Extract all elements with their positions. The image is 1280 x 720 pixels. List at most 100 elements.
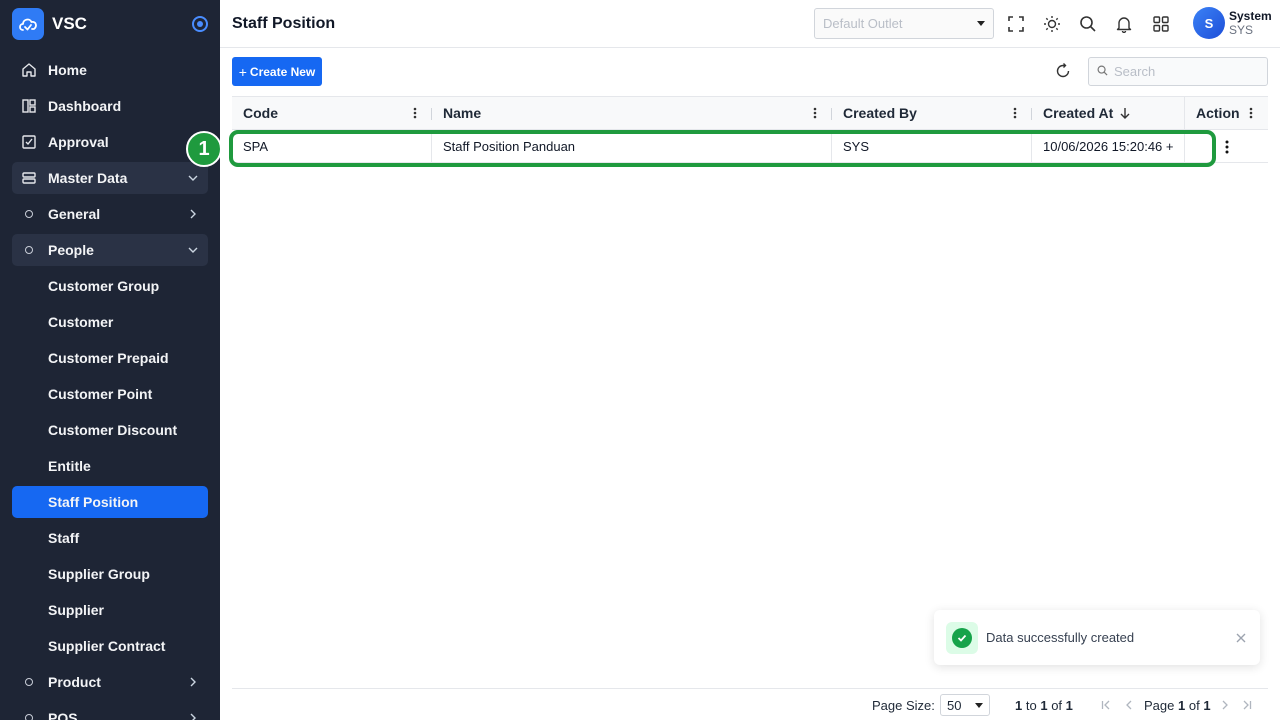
sidebar-item-label: Supplier Group bbox=[48, 566, 150, 582]
sidebar-item-customer-discount[interactable]: Customer Discount bbox=[12, 414, 208, 446]
success-check-icon bbox=[946, 621, 978, 654]
range-from: 1 bbox=[1015, 698, 1023, 713]
sidebar-item-customer[interactable]: Customer bbox=[12, 306, 208, 338]
column-header-label: Name bbox=[443, 105, 482, 121]
search-input[interactable] bbox=[1114, 64, 1254, 79]
sidebar-item-label: Customer bbox=[48, 314, 114, 330]
sidebar-item-dashboard[interactable]: Dashboard bbox=[12, 90, 208, 122]
page-size-select[interactable]: 50 bbox=[940, 694, 990, 716]
sidebar-item-general[interactable]: General bbox=[12, 198, 208, 230]
column-menu-icon[interactable] bbox=[1245, 107, 1257, 119]
page-current: 1 bbox=[1178, 698, 1186, 713]
sidebar-item-label: Product bbox=[48, 674, 101, 690]
page-info: Page 1 of 1 bbox=[1144, 698, 1211, 713]
cell-name: Staff Position Panduan bbox=[432, 130, 832, 162]
cell-created-by: SYS bbox=[832, 130, 1032, 162]
sidebar-item-label: Customer Group bbox=[48, 278, 160, 294]
page-title: Staff Position bbox=[232, 14, 336, 32]
sidebar-item-label: General bbox=[48, 206, 101, 222]
avatar: S bbox=[1193, 7, 1225, 39]
column-header-label: Code bbox=[243, 105, 278, 121]
previous-page-icon[interactable] bbox=[1122, 698, 1136, 712]
column-header-code[interactable]: Code bbox=[232, 97, 432, 129]
cloud-logo-icon bbox=[12, 8, 44, 40]
range-to: 1 bbox=[1040, 698, 1048, 713]
sidebar-item-supplier-group[interactable]: Supplier Group bbox=[12, 558, 208, 590]
plus-icon: + bbox=[238, 63, 247, 80]
data-grid: Code Name Created By Created At Action S… bbox=[232, 96, 1268, 163]
user-code: SYS bbox=[1229, 23, 1254, 37]
page-of-word: of bbox=[1188, 698, 1200, 713]
sidebar-item-staff-position[interactable]: Staff Position bbox=[12, 486, 208, 518]
success-toast: Data successfully created bbox=[934, 610, 1260, 665]
sidebar-item-approval[interactable]: Approval bbox=[12, 126, 208, 158]
refresh-icon[interactable] bbox=[1052, 60, 1074, 82]
fullscreen-icon[interactable] bbox=[1005, 13, 1027, 35]
annotation-badge: 1 bbox=[186, 131, 222, 167]
outlet-select[interactable]: Default Outlet bbox=[814, 8, 994, 39]
sort-descending-icon[interactable] bbox=[1119, 107, 1131, 119]
sidebar-item-customer-group[interactable]: Customer Group bbox=[12, 270, 208, 302]
sidebar-item-customer-prepaid[interactable]: Customer Prepaid bbox=[12, 342, 208, 374]
range-total: 1 bbox=[1065, 698, 1073, 713]
page-total: 1 bbox=[1203, 698, 1211, 713]
sidebar-item-label: Home bbox=[48, 62, 87, 78]
column-header-created-at[interactable]: Created At bbox=[1032, 97, 1184, 129]
create-new-button[interactable]: + Create New bbox=[232, 57, 322, 86]
pagination-bar: Page Size: 50 1 to 1 of 1 Page 1 of 1 bbox=[232, 688, 1268, 720]
close-icon[interactable] bbox=[1234, 631, 1248, 645]
column-menu-icon[interactable] bbox=[809, 107, 821, 119]
cell-action bbox=[1184, 130, 1268, 162]
range-to-word: to bbox=[1025, 698, 1037, 713]
sidebar-item-label: Entitle bbox=[48, 458, 91, 474]
sidebar-item-customer-point[interactable]: Customer Point bbox=[12, 378, 208, 410]
first-page-icon[interactable] bbox=[1099, 698, 1113, 712]
circle-icon bbox=[20, 673, 38, 691]
caret-down-icon bbox=[975, 702, 983, 708]
next-page-icon[interactable] bbox=[1218, 698, 1232, 712]
cell-code: SPA bbox=[232, 130, 432, 162]
column-header-name[interactable]: Name bbox=[432, 97, 832, 129]
range-of-word: of bbox=[1051, 698, 1063, 713]
column-header-label: Created At bbox=[1043, 105, 1114, 121]
theme-sun-icon[interactable] bbox=[1041, 13, 1063, 35]
sidebar-item-label: Supplier Contract bbox=[48, 638, 166, 654]
sidebar-item-people[interactable]: People bbox=[12, 234, 208, 266]
sidebar-item-supplier[interactable]: Supplier bbox=[12, 594, 208, 626]
chevron-down-icon bbox=[186, 171, 200, 185]
search-icon bbox=[1097, 63, 1108, 81]
create-new-label: Create New bbox=[249, 64, 316, 79]
sidebar-item-label: Staff Position bbox=[48, 494, 139, 510]
sidebar-item-label: Customer Point bbox=[48, 386, 153, 402]
user-menu[interactable]: S System SYS bbox=[1193, 7, 1272, 39]
sidebar-collapse-toggle-icon[interactable] bbox=[192, 16, 208, 32]
chevron-down-icon bbox=[186, 243, 200, 257]
apps-grid-icon[interactable] bbox=[1150, 13, 1172, 35]
circle-icon bbox=[20, 205, 38, 223]
sidebar-item-home[interactable]: Home bbox=[12, 54, 208, 86]
sidebar-item-pos[interactable]: POS bbox=[12, 702, 208, 720]
server-icon bbox=[20, 169, 38, 187]
toast-message: Data successfully created bbox=[986, 630, 1135, 645]
chevron-right-icon bbox=[186, 675, 200, 689]
column-header-created-by[interactable]: Created By bbox=[832, 97, 1032, 129]
chevron-right-icon bbox=[186, 711, 200, 720]
column-menu-icon[interactable] bbox=[1009, 107, 1021, 119]
sidebar-item-label: Master Data bbox=[48, 170, 128, 186]
outlet-select-placeholder: Default Outlet bbox=[823, 16, 903, 31]
brand: VSC bbox=[0, 0, 220, 48]
sidebar-item-staff[interactable]: Staff bbox=[12, 522, 208, 554]
table-row[interactable]: SPA Staff Position Panduan SYS 10/06/202… bbox=[232, 130, 1268, 163]
column-menu-icon[interactable] bbox=[409, 107, 421, 119]
last-page-icon[interactable] bbox=[1240, 698, 1254, 712]
search-icon[interactable] bbox=[1077, 13, 1099, 35]
row-action-menu-icon[interactable] bbox=[1225, 140, 1229, 154]
sidebar-item-supplier-contract[interactable]: Supplier Contract bbox=[12, 630, 208, 662]
bell-icon[interactable] bbox=[1113, 13, 1135, 35]
user-name: System bbox=[1229, 9, 1272, 23]
approval-icon bbox=[20, 133, 38, 151]
sidebar-item-master-data[interactable]: Master Data bbox=[12, 162, 208, 194]
sidebar-item-product[interactable]: Product bbox=[12, 666, 208, 698]
sidebar-item-entitle[interactable]: Entitle bbox=[12, 450, 208, 482]
column-header-label: Action bbox=[1196, 105, 1240, 121]
